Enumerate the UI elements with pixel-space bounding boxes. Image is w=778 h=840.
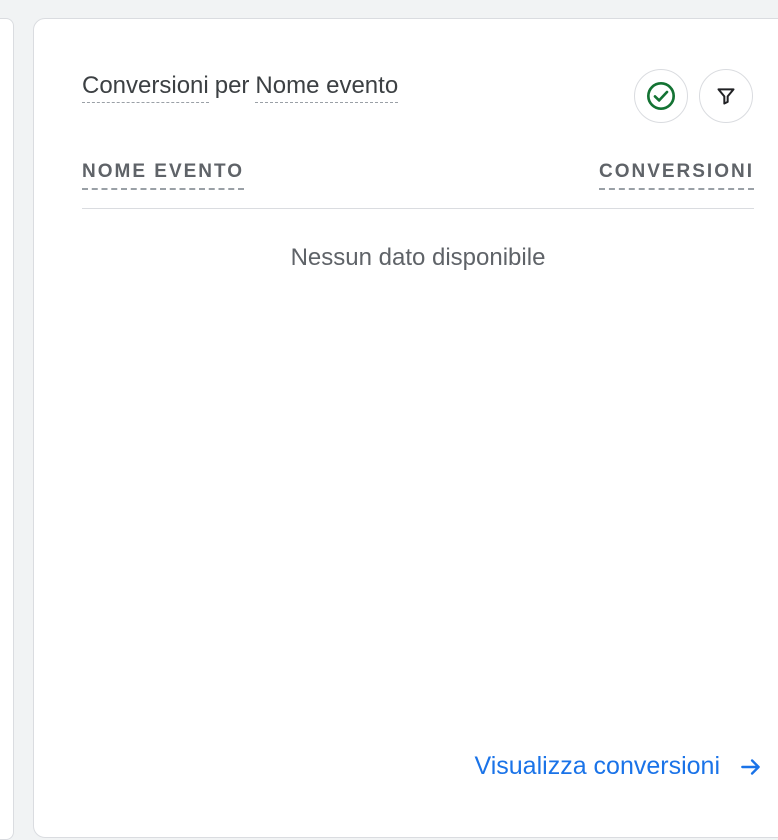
title-dimension[interactable]: Nome evento <box>255 72 399 103</box>
data-quality-button[interactable] <box>634 69 688 123</box>
view-conversions-label: Visualizza conversioni <box>474 752 721 780</box>
title-metric[interactable]: Conversioni <box>82 72 209 103</box>
card-title: Conversioni per Nome evento <box>82 72 399 103</box>
adjacent-card <box>0 18 14 840</box>
view-conversions-link[interactable]: Visualizza conversioni <box>475 752 765 781</box>
arrow-right-icon <box>738 754 764 780</box>
empty-state-message: Nessun dato disponibile <box>290 244 546 271</box>
filter-button[interactable] <box>699 69 753 123</box>
table-header: NOME EVENTO CONVERSIONI <box>82 161 754 209</box>
title-connector: per <box>214 72 250 99</box>
column-header-conversions[interactable]: CONVERSIONI <box>598 161 754 190</box>
check-circle-icon <box>647 82 675 110</box>
filter-icon <box>717 88 735 105</box>
conversions-card <box>33 18 778 838</box>
column-header-event-name[interactable]: NOME EVENTO <box>82 161 245 190</box>
